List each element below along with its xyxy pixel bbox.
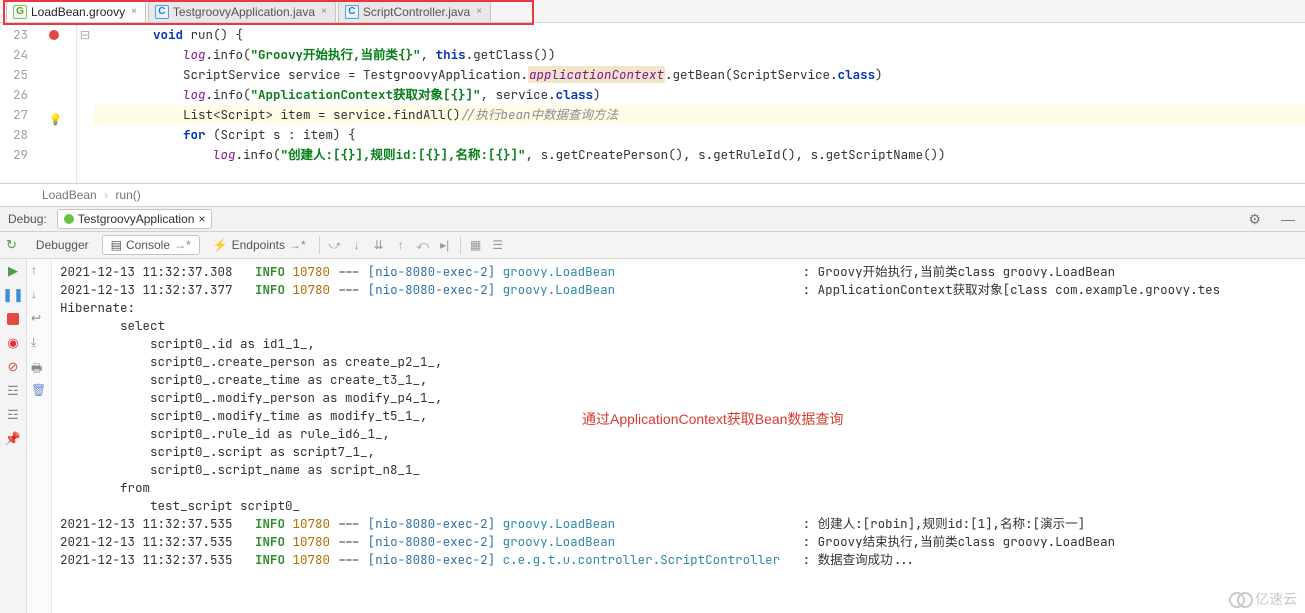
tab-label: ScriptController.java [363,2,470,22]
console-line: select [60,317,1301,335]
console-line: script0_.script_name as script_n8_1_ [60,461,1301,479]
tab-label: Debugger [36,238,89,252]
console-line: script0_.create_person as create_p2_1_, [60,353,1301,371]
console-line: test_script script0_ [60,497,1301,515]
close-icon[interactable]: × [474,2,484,22]
evaluate-expression-icon[interactable]: ▦ [465,234,487,256]
step-over-icon[interactable]: ⤻ [324,234,346,256]
close-icon[interactable]: × [198,212,205,226]
watermark-logo-icon [1229,592,1251,606]
console-output[interactable]: 2021-12-13 11:32:37.308 INFO 10780 --- [… [52,259,1305,613]
console-line: from [60,479,1301,497]
code-editor[interactable]: 23242526272829 ⊟ void run() { log.info("… [0,23,1305,184]
settings-icon[interactable]: ☲ [5,407,21,423]
chevron-right-icon: › [100,188,112,202]
print-icon[interactable]: 🖶 [31,359,47,375]
scroll-to-end-icon[interactable]: ⤓ [31,335,47,351]
up-stack-icon[interactable]: ↑ [31,263,47,279]
groovy-file-icon: G [13,5,27,19]
console-line: 2021-12-13 11:32:37.308 INFO 10780 --- [… [60,263,1301,281]
fold-gutter[interactable]: ⊟ [77,23,93,183]
line-number-gutter: 23242526272829 [0,23,32,183]
file-tab[interactable]: C ScriptController.java× [338,1,491,22]
breakpoint-icon[interactable] [49,30,59,40]
console-line: Hibernate: [60,299,1301,317]
close-icon[interactable]: × [319,2,329,22]
file-tabs: GLoadBean.groovy×CTestgroovyApplication.… [0,0,1305,23]
get-thread-dump-icon[interactable]: ☲ [5,383,21,399]
java-class-icon: C [155,5,169,19]
clear-all-icon[interactable]: 🗑 [31,383,47,399]
trace-current-stream-icon[interactable]: ☰ [487,234,509,256]
debug-sub-toolbar: ↻ Debugger ▤ Console →* ⚡ Endpoints →* ⤻… [0,232,1305,259]
tab-debugger[interactable]: Debugger [27,235,98,255]
view-breakpoints-icon[interactable]: ◉ [5,335,21,351]
close-icon[interactable]: × [129,2,139,22]
gear-icon[interactable]: ⚙ [1238,211,1271,228]
tab-console[interactable]: ▤ Console →* [102,235,200,255]
intention-bulb-icon[interactable] [49,110,60,121]
session-name: TestgroovyApplication [78,212,195,226]
drop-frame-icon[interactable]: ⤺ [412,234,434,256]
console-line: 2021-12-13 11:32:37.535 INFO 10780 --- [… [60,533,1301,551]
run-status-icon [64,214,74,224]
separator [460,236,461,254]
pin-icon: →* [289,238,306,252]
tab-label: Endpoints [232,238,285,252]
run-to-cursor-icon[interactable]: ▸| [434,234,456,256]
minimize-icon[interactable]: — [1271,211,1305,227]
console-icon: ▤ [111,238,122,252]
debug-session-tab[interactable]: TestgroovyApplication × [57,209,213,229]
tab-endpoints[interactable]: ⚡ Endpoints →* [204,235,315,255]
console-line: 2021-12-13 11:32:37.377 INFO 10780 --- [… [60,281,1301,299]
tab-label: LoadBean.groovy [31,2,125,22]
breadcrumb-item[interactable]: LoadBean [42,188,97,202]
code-area[interactable]: void run() { log.info("Groovy开始执行,当前类{}"… [93,23,1305,183]
step-out-icon[interactable]: ↑ [390,234,412,256]
pause-icon[interactable]: ❚❚ [5,287,21,303]
step-into-icon[interactable]: ↓ [346,234,368,256]
pin-icon[interactable]: 📌 [5,431,21,447]
debug-toolwindow-header: Debug: TestgroovyApplication × ⚙ — [0,207,1305,232]
stop-icon[interactable] [5,311,21,327]
separator [319,236,320,254]
tab-label: Console [126,238,170,252]
console-line: script0_.script as script7_1_, [60,443,1301,461]
breadcrumb[interactable]: LoadBean › run() [0,184,1305,207]
console-line: script0_.create_time as create_t3_1_, [60,371,1301,389]
console-left-gutter: ↑ ↓ ↩ ⤓ 🖶 🗑 [27,259,52,613]
resume-icon[interactable]: ▶ [5,263,21,279]
console-line: script0_.id as id1_1_, [60,335,1301,353]
console-line: 2021-12-13 11:32:37.535 INFO 10780 --- [… [60,515,1301,533]
marker-gutter[interactable] [32,23,77,183]
tab-label: TestgroovyApplication.java [173,2,315,22]
force-step-into-icon[interactable]: ⇊ [368,234,390,256]
console-line: script0_.modify_person as modify_p4_1_, [60,389,1301,407]
file-tab[interactable]: G LoadBean.groovy× [6,1,146,22]
console-line: 2021-12-13 11:32:37.535 INFO 10780 --- [… [60,551,1301,569]
watermark-label: 亿速云 [1255,589,1297,609]
down-stack-icon[interactable]: ↓ [31,287,47,303]
pin-icon: →* [174,238,191,252]
watermark: 亿速云 [1229,589,1297,609]
debug-left-gutter: ▶ ❚❚ ◉ ⊘ ☲ ☲ 📌 [0,259,27,613]
file-tab[interactable]: C TestgroovyApplication.java× [148,1,336,22]
debug-label: Debug: [0,212,55,226]
console-panel: ▶ ❚❚ ◉ ⊘ ☲ ☲ 📌 ↑ ↓ ↩ ⤓ 🖶 🗑 2021-12-13 11… [0,259,1305,613]
mute-breakpoints-icon[interactable]: ⊘ [5,359,21,375]
soft-wrap-icon[interactable]: ↩ [31,311,47,327]
lightning-icon: ⚡ [213,238,228,252]
breadcrumb-item[interactable]: run() [115,188,140,202]
annotation-text: 通过ApplicationContext获取Bean数据查询 [582,409,843,429]
java-class-icon: C [345,5,359,19]
rerun-icon[interactable]: ↻ [0,237,23,253]
